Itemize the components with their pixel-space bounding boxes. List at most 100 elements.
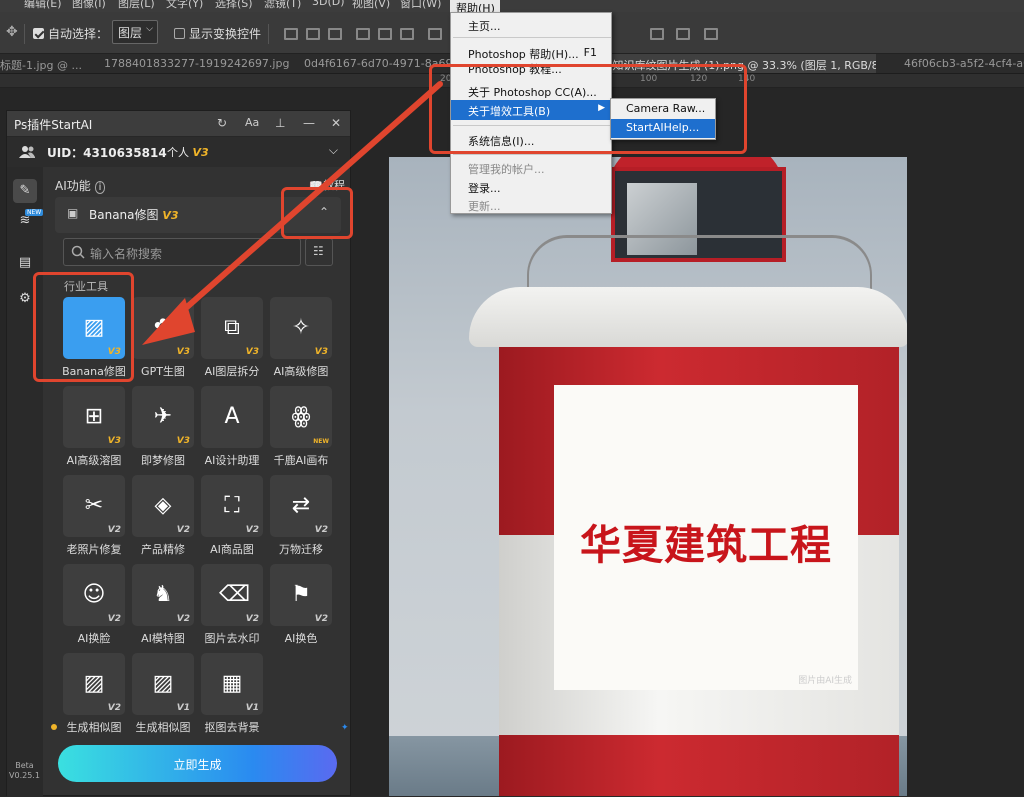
tool-tile[interactable]: ✂ V2 老照片修复 [63,475,125,561]
sign-board: 华夏建筑工程 图片由AI生成 [554,385,858,690]
menu-layer[interactable]: 图层(L) [118,0,155,11]
info-icon[interactable]: i [94,181,106,194]
tool-tile[interactable]: ⚑ V2 AI换色 [270,564,332,650]
font-size-icon[interactable]: Aa [245,116,259,129]
document-icon[interactable]: ▤ [17,255,33,271]
tool-icon-box: ☺ V2 [63,564,125,626]
3d-pan-icon[interactable] [676,28,690,40]
tab-doc-1[interactable]: 标题-1.jpg @ ... [0,54,82,73]
tool-tile[interactable]: ⧉ V3 AI图层拆分 [201,297,263,383]
tool-tile[interactable]: A AI设计助理 [201,386,263,472]
chevron-down-icon[interactable]: ⌵ [329,143,338,158]
menu-item-updates[interactable]: 更新... [451,195,611,215]
ai-function-heading: AI功能 i [55,177,106,194]
align-center-icon[interactable] [306,28,320,40]
tab-doc-5[interactable]: 46f06cb3-a5f2-4cf4-a09 [904,54,1024,73]
tool-tile[interactable]: ✈ V3 即梦修图 [132,386,194,472]
generate-button[interactable]: 立即生成 [58,745,337,782]
remove-bg-icon: ▦ [221,671,243,696]
menu-bar: 编辑(E) 图像(I) 图层(L) 文字(Y) 选择(S) 滤镜(T) 3D(D… [0,0,1024,12]
tool-icon-box: ⊞ V3 [63,386,125,448]
tool-icon-box: ✂ V2 [63,475,125,537]
lighthouse-image[interactable]: 华夏建筑工程 图片由AI生成 [389,157,907,796]
image-icon: ▣ [67,206,79,220]
close-icon[interactable]: ✕ [331,116,341,130]
tool-label: 万物迁移 [279,543,323,556]
tool-tile[interactable]: ◈ V2 产品精修 [132,475,194,561]
tab-doc-2[interactable]: 1788401833277-1919242697.jpg [104,54,289,73]
divider [268,24,269,44]
search-placeholder: 输入名称搜索 [90,247,163,261]
tool-tile[interactable]: ꙮ NEW 千鹿AI画布 [270,386,332,472]
search-icon [71,245,85,259]
3d-slide-icon[interactable] [704,28,718,40]
dream-icon: ✈ [153,404,173,429]
align-top-icon[interactable] [356,28,370,40]
transfer-icon: ⇄ [291,493,311,518]
account-version: V3 [192,146,209,159]
menu-edit[interactable]: 编辑(E) [24,0,62,11]
tool-tile[interactable]: ⛶ V2 AI商品图 [201,475,263,561]
tool-version-badge: V2 [245,614,259,624]
search-box[interactable]: 输入名称搜索 [63,238,301,266]
tool-label: 抠图去背景 [204,721,260,734]
menu-view[interactable]: 视图(V) [352,0,390,11]
menu-item-label: 更新... [468,200,501,213]
menu-item-manage-account[interactable]: 管理我的帐户... [451,158,611,178]
menu-divider [453,37,611,38]
menu-type[interactable]: 文字(Y) [166,0,203,11]
menu-item-ps-help[interactable]: Photoshop 帮助(H)... F1 [451,43,611,63]
auto-select-checkbox[interactable] [33,28,44,39]
move-tool-icon[interactable]: ✥ [6,24,18,40]
tool-tile[interactable]: ⌫ V2 图片去水印 [201,564,263,650]
tool-icon-box: ⧉ V3 [201,297,263,359]
tool-tile[interactable]: ♞ V2 AI模特图 [132,564,194,650]
refresh-icon[interactable]: ↻ [217,116,227,130]
tool-version-badge: V2 [107,614,121,624]
tool-tile[interactable]: ⇄ V2 万物迁移 [270,475,332,561]
tool-tile[interactable]: ☺ V2 AI换脸 [63,564,125,650]
highlight-menu-box [429,64,747,154]
list-view-button[interactable]: ☷ [305,238,333,266]
settings-icon[interactable]: ⚙ [17,291,33,307]
minimize-icon[interactable]: — [303,116,315,130]
chevron-down-icon: ⌵ [146,24,153,34]
distribute-icon[interactable] [428,28,442,40]
tool-tile[interactable]: ✿ V3 GPT生图 [132,297,194,383]
menu-window[interactable]: 窗口(W) [400,0,441,11]
layer-select-dropdown[interactable]: 图层 ⌵ [112,20,158,44]
align-middle-icon[interactable] [378,28,392,40]
tool-icon-box: A [201,386,263,448]
tool-tile[interactable]: ✧ V3 AI高级修图 [270,297,332,383]
tool-tile[interactable]: ▨ V2 生成相似图 [63,653,125,739]
tool-tile[interactable]: ▨ V1 生成相似图 [132,653,194,739]
tool-version-badge: V2 [314,525,328,535]
tool-icon-box: ✈ V3 [132,386,194,448]
edit-tools-icon[interactable]: ✎ [13,179,37,203]
menu-item-label: 主页... [468,20,501,33]
align-left-icon[interactable] [284,28,298,40]
tool-version-badge: V1 [245,703,259,713]
tool-version-badge: V3 [176,436,190,446]
menu-filter[interactable]: 滤镜(T) [264,0,301,11]
similar-image-icon: ▨ [152,671,174,696]
tool-version-badge: V2 [107,703,121,713]
menu-select[interactable]: 选择(S) [215,0,253,11]
menu-item-label: 管理我的帐户... [468,163,545,176]
menu-help[interactable]: 帮助(H) [450,0,500,12]
account-badge: 个人 V3 [167,144,209,160]
show-transform-checkbox[interactable] [174,28,185,39]
menu-item-sign-in[interactable]: 登录... [451,177,611,197]
3d-rotate-icon[interactable] [650,28,664,40]
align-bottom-icon[interactable] [400,28,414,40]
show-transform-label: 显示变换控件 [189,27,262,41]
align-right-icon[interactable] [328,28,342,40]
pin-icon[interactable]: ⊥ [275,116,285,130]
menu-image[interactable]: 图像(I) [72,0,106,11]
menu-item-home[interactable]: 主页... [451,15,611,35]
tool-tile[interactable]: ⊞ V3 AI高级溶图 [63,386,125,472]
tool-icon-box: ▦ V1 [201,653,263,715]
tool-tile[interactable]: ▦ V1 抠图去背景 [201,653,263,739]
menu-3d[interactable]: 3D(D) [312,0,345,8]
selected-tool-version: V3 [162,209,179,222]
